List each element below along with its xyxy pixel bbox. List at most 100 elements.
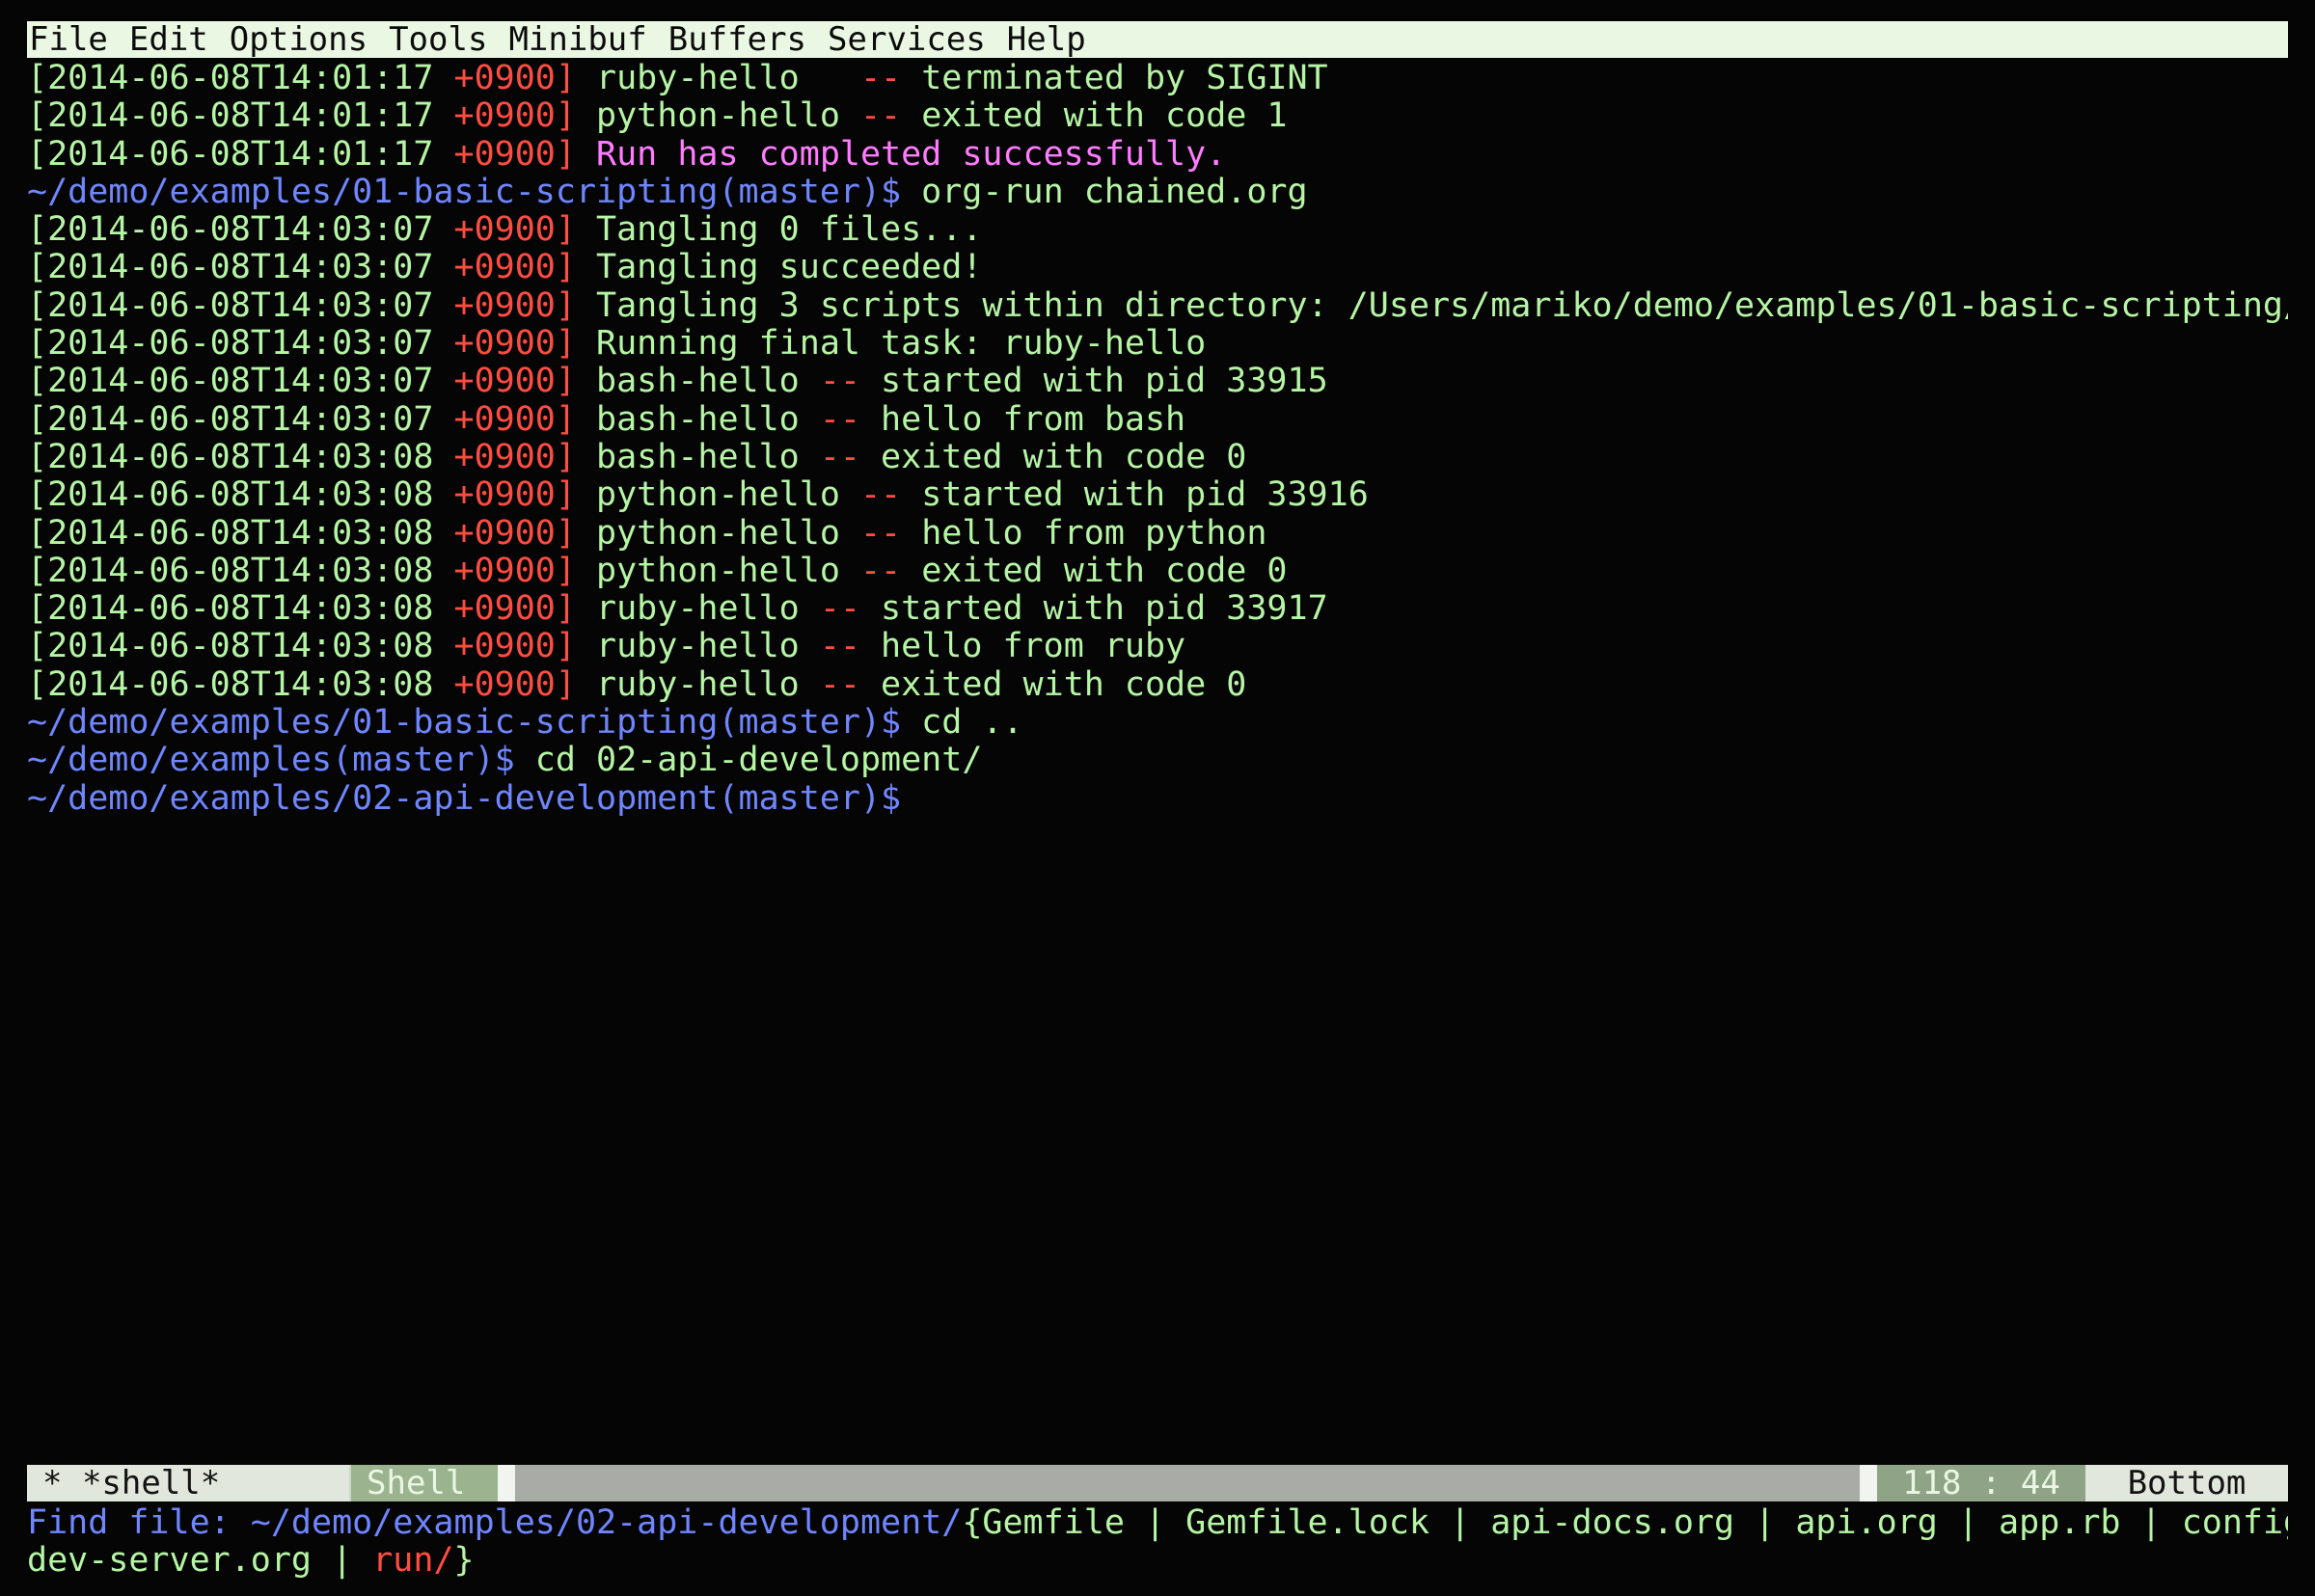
completion-candidate[interactable]: Gemfile [982,1504,1125,1542]
log-timezone: +0900] [453,590,576,629]
log-timestamp: [2014-06-08T14:03:07 [27,325,454,364]
shell-prompt: ~/demo/examples(master)$ [27,742,515,780]
log-success-message: Run has completed successfully. [596,135,1227,174]
log-separator: -- [859,60,902,97]
mode-line-buffer-name: * *shell* [27,1465,349,1501]
terminal-line: [2014-06-08T14:03:08 +0900] python-hello… [27,476,2288,514]
completion-separator: | [2120,1504,2182,1542]
find-file-prompt[interactable]: Find file: ~/demo/examples/02-api-develo… [27,1504,962,1542]
mode-line-position: 118 : 44 [1877,1465,2085,1501]
log-separator: -- [819,438,860,476]
terminal-line: [2014-06-08T14:01:17 +0900] ruby-hello -… [27,60,2288,97]
log-task-name: python-hello [596,552,860,590]
completion-separator: | [1734,1504,1796,1542]
menu-tools[interactable]: Tools [387,21,487,58]
log-task-name: python-hello [596,97,860,136]
log-message: exited with code 1 [901,97,1288,136]
menu-edit[interactable]: Edit [127,21,208,58]
minibuffer-line: dev-server.org | run/} [27,1542,2288,1580]
completion-separator: | [1937,1504,2000,1542]
terminal-line: [2014-06-08T14:03:07 +0900] Running fina… [27,325,2288,363]
log-timezone: +0900] [453,325,576,364]
menu-help[interactable]: Help [1005,21,1086,58]
completion-brace: { [962,1504,983,1542]
log-message: Tangling 0 files... [596,211,983,250]
log-separator: -- [859,97,902,136]
terminal-line: [2014-06-08T14:03:07 +0900] Tangling suc… [27,249,2288,286]
terminal-line: [2014-06-08T14:03:07 +0900] Tangling 0 f… [27,211,2288,249]
log-separator: -- [859,514,902,553]
log-message: exited with code 0 [901,552,1288,590]
log-timezone: +0900] [453,552,576,590]
completion-candidate[interactable]: Gemfile.lock [1185,1504,1430,1542]
terminal-line: ~/demo/examples(master)$ cd 02-api-devel… [27,742,2288,779]
completion-candidate[interactable]: app.rb [1999,1504,2120,1542]
log-separator: -- [819,400,860,439]
log-timestamp: [2014-06-08T14:03:08 [27,476,454,515]
terminal-line: [2014-06-08T14:03:08 +0900] python-hello… [27,553,2288,590]
completion-candidate[interactable]: config.ru [2182,1504,2288,1542]
log-timestamp: [2014-06-08T14:03:08 [27,552,454,590]
completion-candidate-directory[interactable]: run/ [372,1542,453,1580]
log-message: started with pid 33917 [859,590,1328,629]
mode-line: * *shell* Shell 118 : 44 Bottom [27,1465,2288,1501]
log-timezone: +0900] [453,400,576,439]
terminal-line: [2014-06-08T14:03:07 +0900] bash-hello -… [27,363,2288,400]
log-message: Running final task: ruby-hello [596,325,1207,364]
shell-command: cd .. [901,704,1023,743]
shell-prompt: ~/demo/examples/01-basic-scripting(maste… [27,173,902,211]
log-separator: -- [819,590,860,629]
log-separator: -- [859,476,902,515]
completion-separator: | [1430,1504,1491,1542]
log-timezone: +0900] [453,97,576,136]
log-timestamp: [2014-06-08T14:01:17 [27,135,454,174]
terminal-line: ~/demo/examples/01-basic-scripting(maste… [27,174,2288,211]
log-separator: -- [819,363,860,401]
log-timestamp: [2014-06-08T14:03:08 [27,590,454,629]
shell-prompt: ~/demo/examples/01-basic-scripting(maste… [27,704,902,743]
menu-minibuf[interactable]: Minibuf [506,21,646,58]
log-message: hello from bash [859,400,1186,439]
terminal-line: [2014-06-08T14:01:17 +0900] Run has comp… [27,136,2288,174]
terminal-line: [2014-06-08T14:03:08 +0900] python-hello… [27,515,2288,553]
log-timestamp: [2014-06-08T14:01:17 [27,97,454,136]
mode-line-fill [515,1465,1860,1501]
log-message: exited with code 0 [859,665,1247,704]
terminal-line: [2014-06-08T14:03:08 +0900] ruby-hello -… [27,590,2288,628]
log-timestamp: [2014-06-08T14:03:07 [27,249,454,287]
completion-candidate[interactable]: api.org [1795,1504,1938,1542]
completion-candidate[interactable]: api-docs.org [1490,1504,1734,1542]
log-message: hello from ruby [859,628,1186,666]
log-timezone: +0900] [453,665,576,704]
log-task-name: ruby-hello [596,590,820,629]
minibuffer[interactable]: Find file: ~/demo/examples/02-api-develo… [27,1504,2288,1581]
log-message: Tangling succeeded! [596,249,983,287]
mode-line-divider [1860,1465,1877,1501]
log-message: Tangling 3 scripts within directory: /Us… [596,286,2288,325]
log-timezone: +0900] [453,211,576,250]
log-timestamp: [2014-06-08T14:03:07 [27,363,454,401]
log-task-name: bash-hello [596,438,820,476]
completion-candidate[interactable]: dev-server.org [27,1542,312,1580]
log-message: terminated by SIGINT [901,60,1328,97]
log-timezone: +0900] [453,628,576,666]
completion-separator: | [1124,1504,1186,1542]
menu-services[interactable]: Services [826,21,986,58]
log-message: hello from python [901,514,1267,553]
log-timezone: +0900] [453,438,576,476]
shell-buffer[interactable]: [2014-06-08T14:01:17 +0900] ruby-hello -… [27,60,2288,818]
log-timestamp: [2014-06-08T14:03:08 [27,438,454,476]
menu-buffers[interactable]: Buffers [667,21,806,58]
log-timezone: +0900] [453,135,576,174]
terminal-line: ~/demo/examples/02-api-development(maste… [27,780,2288,818]
terminal-line: [2014-06-08T14:03:08 +0900] bash-hello -… [27,439,2288,476]
terminal-line: [2014-06-08T14:03:07 +0900] bash-hello -… [27,401,2288,439]
log-timestamp: [2014-06-08T14:03:07 [27,211,454,250]
menu-options[interactable]: Options [228,21,368,58]
completion-separator: | [312,1542,373,1581]
menu-file[interactable]: File [27,21,108,58]
terminal-line: [2014-06-08T14:03:07 +0900] Tangling 3 s… [27,287,2288,325]
log-separator: -- [859,552,902,590]
log-timestamp: [2014-06-08T14:01:17 [27,60,454,97]
terminal-line: [2014-06-08T14:03:08 +0900] ruby-hello -… [27,628,2288,665]
